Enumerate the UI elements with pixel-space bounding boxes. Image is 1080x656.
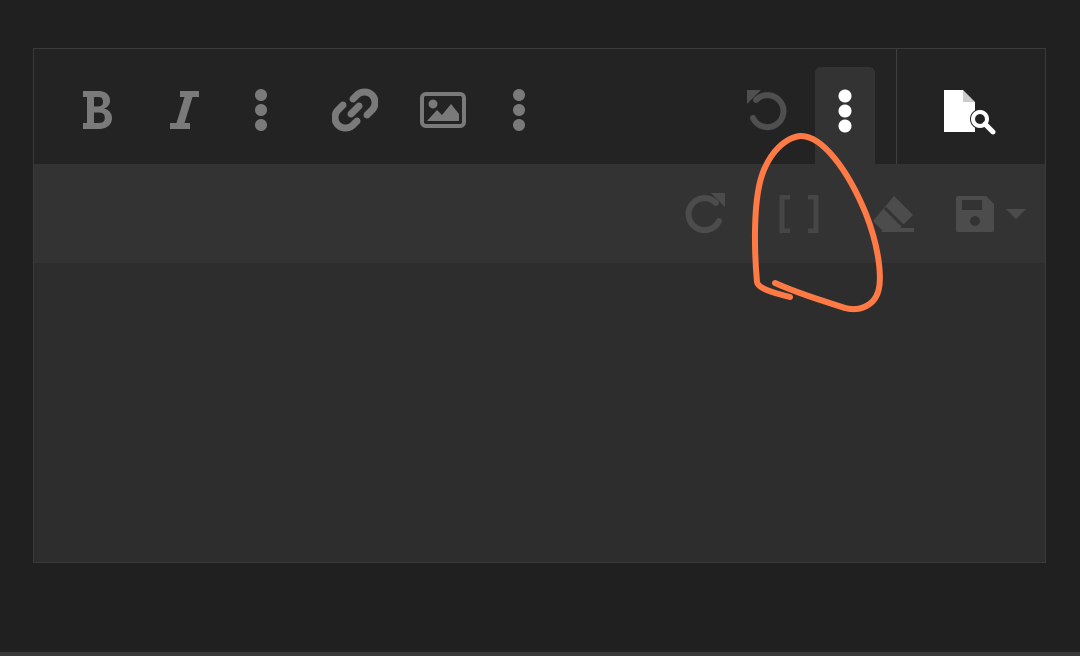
bottom-border [0,652,1080,656]
file-search-icon [944,90,996,135]
editor-body[interactable] [34,263,1045,563]
vertical-ellipsis-icon [513,88,525,131]
more-insert-button[interactable] [504,87,534,132]
save-draft-dropdown[interactable] [1002,202,1030,226]
caret-down-icon [1006,209,1026,219]
bbcode-toggle-button[interactable] [774,192,824,236]
editor-toolbar-primary [34,49,1045,164]
redo-button[interactable] [679,188,731,238]
rich-text-editor [33,48,1046,563]
floppy-disk-icon [956,196,994,232]
link-button[interactable] [330,87,380,132]
preview-button[interactable] [939,87,1001,137]
more-misc-button[interactable] [815,67,875,164]
bold-icon [82,90,112,129]
eraser-icon [873,196,914,232]
more-text-button[interactable] [246,87,276,132]
link-icon [332,88,378,131]
toolbar-divider [896,49,897,164]
editor-toolbar-secondary [34,164,1045,263]
remove-format-button[interactable] [866,192,920,236]
image-button[interactable] [418,89,468,131]
undo-button[interactable] [741,85,793,135]
italic-icon [169,90,199,129]
vertical-ellipsis-icon [838,89,852,133]
bold-button[interactable] [74,87,119,132]
save-draft-button[interactable] [952,192,998,236]
brackets-icon [779,195,819,233]
redo-icon [685,193,725,234]
undo-icon [747,90,787,131]
vertical-ellipsis-icon [255,88,267,131]
image-icon [420,92,466,128]
italic-button[interactable] [161,87,206,132]
